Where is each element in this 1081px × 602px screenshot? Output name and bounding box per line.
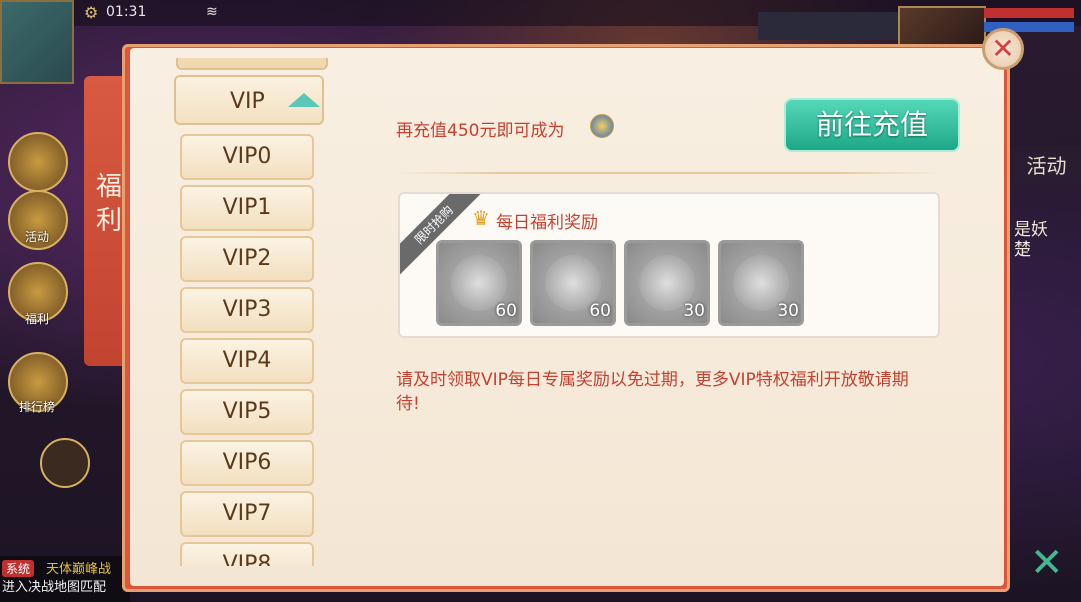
divider	[396, 172, 942, 174]
clock-text: 01:31	[106, 4, 147, 20]
close-icon[interactable]: ✕	[982, 28, 1024, 70]
activity-button[interactable]: 活动	[1012, 146, 1081, 186]
reward-item-slot[interactable]: 60	[530, 240, 616, 326]
reward-item-slot[interactable]: 30	[624, 240, 710, 326]
minimap[interactable]	[0, 0, 74, 84]
gear-icon[interactable]: ⚙	[84, 3, 98, 22]
welfare-side-tab-label: 福利	[95, 172, 122, 236]
chat-message-line: 天体巅峰战	[46, 562, 112, 577]
wifi-icon: ≋	[206, 4, 218, 20]
reward-item-slot[interactable]: 60	[436, 240, 522, 326]
vip-level-item[interactable]: VIP3	[180, 287, 314, 333]
hp-bar	[984, 8, 1074, 18]
vip-header-label: VIP	[230, 89, 265, 114]
vip-level-item[interactable]: VIP4	[180, 338, 314, 384]
welfare-label: 福利	[24, 312, 49, 326]
item-count: 30	[777, 301, 799, 321]
vip-level-item[interactable]: VIP7	[180, 491, 314, 537]
vip-level-item[interactable]: VIP0	[180, 134, 314, 180]
crown-icon: ♛	[472, 206, 490, 230]
go-recharge-button[interactable]: 前往充值	[784, 98, 960, 152]
vip-level-list[interactable]: VIP VIP0 VIP1 VIP2 VIP3 VIP4 VIP5 VIP6 V…	[170, 58, 330, 566]
vip-level-item[interactable]: VIP1	[180, 185, 314, 231]
item-count: 60	[495, 301, 517, 321]
vip-level-item[interactable]: VIP2	[180, 236, 314, 282]
vip-list-header[interactable]: VIP	[174, 75, 324, 125]
item-count: 30	[683, 301, 705, 321]
list-item	[176, 58, 328, 70]
chat-message-line: 进入决战地图匹配	[2, 580, 107, 595]
recharge-prompt: 再充值450元即可成为	[396, 121, 565, 141]
notice-text: 请及时领取VIP每日专属奖励以免过期，更多VIP特权福利开放敬请期待!	[396, 370, 909, 414]
vip-level-item[interactable]: VIP8	[180, 542, 314, 566]
right-side-text: 是妖楚	[1014, 220, 1048, 260]
swords-icon[interactable]: ✕	[1030, 540, 1080, 590]
scroll-up-icon[interactable]	[8, 132, 68, 192]
vip-level-item[interactable]: VIP6	[180, 440, 314, 486]
ranking-label: 排行榜	[18, 400, 55, 414]
player-stat-bars	[758, 12, 898, 40]
reward-title: 每日福利奖励	[496, 213, 598, 233]
chat-system-tag: 系统	[2, 560, 35, 577]
vip-badge-icon	[590, 114, 614, 138]
item-count: 60	[589, 301, 611, 321]
chat-bubble-icon[interactable]	[40, 438, 90, 488]
reward-item-slot[interactable]: 30	[718, 240, 804, 326]
chevron-up-icon[interactable]	[288, 93, 320, 107]
vip-level-item[interactable]: VIP5	[180, 389, 314, 435]
activity-label: 活动	[24, 230, 49, 244]
